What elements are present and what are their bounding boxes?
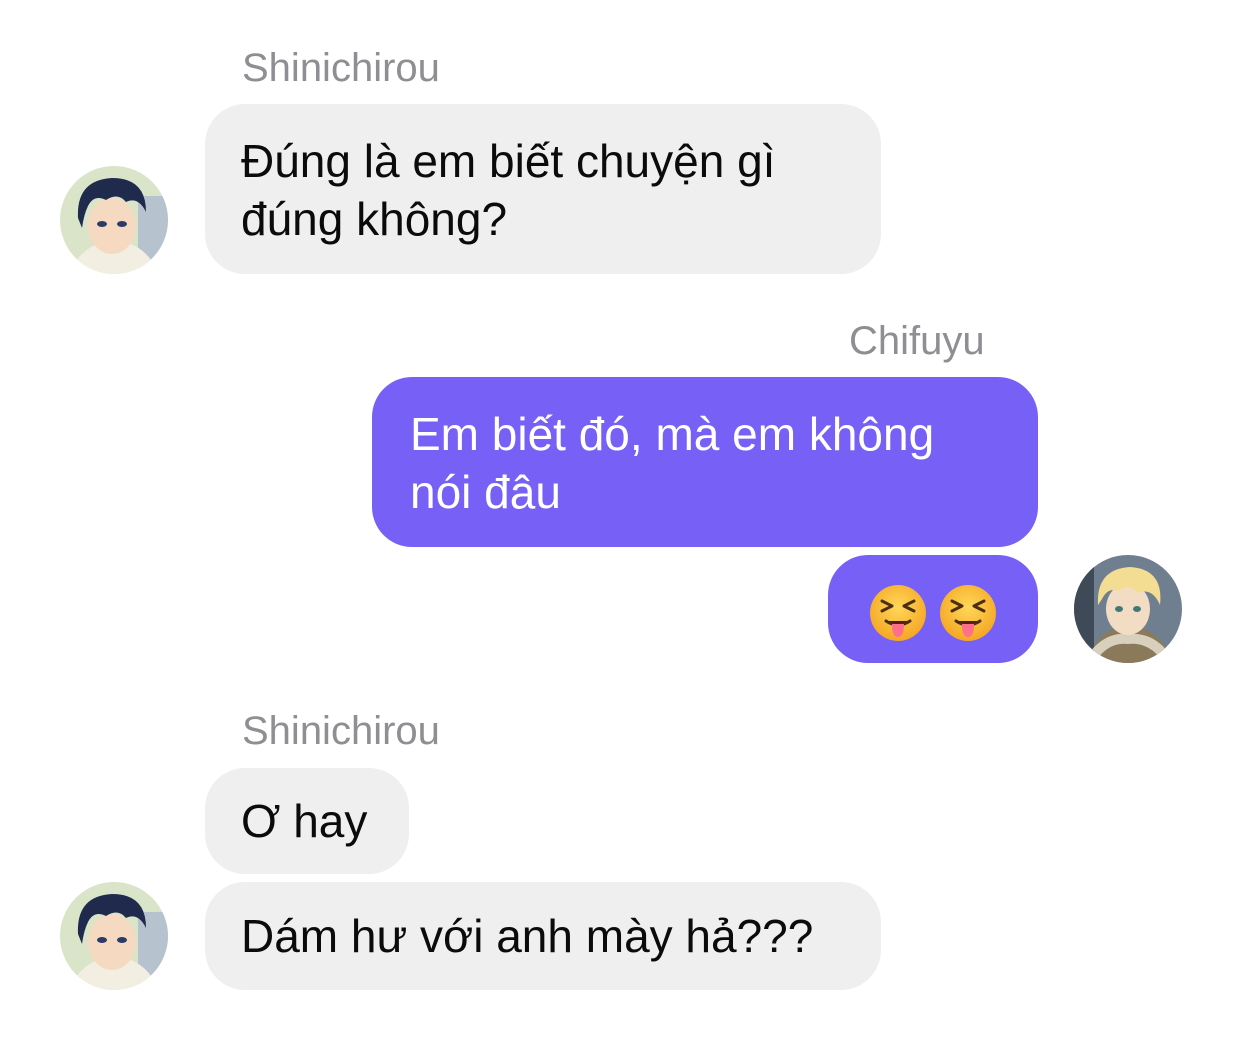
message-bubble-incoming[interactable]: Dám hư với anh mày hả??? <box>205 882 881 990</box>
squinting-face-with-tongue-icon <box>868 583 928 643</box>
avatar-chifuyu[interactable] <box>1074 555 1182 663</box>
sender-name: Shinichirou <box>242 46 440 90</box>
message-bubble-outgoing[interactable]: Em biết đó, mà em không nói đâu <box>372 377 1038 547</box>
message-bubble-incoming[interactable]: Ơ hay <box>205 768 409 874</box>
message-text-line: Em biết đó, mà em không <box>410 408 935 460</box>
message-bubble-incoming[interactable]: Đúng là em biết chuyện gì đúng không? <box>205 104 881 274</box>
message-text-line: Đúng là em biết chuyện gì <box>241 135 776 187</box>
avatar-icon <box>1074 555 1182 663</box>
message-text: Ơ hay <box>241 795 368 847</box>
avatar-icon <box>60 882 168 990</box>
avatar-shinichirou[interactable] <box>60 166 168 274</box>
sender-name: Chifuyu <box>849 319 985 363</box>
message-text-line: nói đâu <box>410 466 561 518</box>
squinting-face-with-tongue-icon <box>938 583 998 643</box>
message-text-line: đúng không? <box>241 193 508 245</box>
avatar-shinichirou[interactable] <box>60 882 168 990</box>
emoji-message-bubble[interactable] <box>828 555 1038 663</box>
message-text: Dám hư với anh mày hả??? <box>241 910 814 962</box>
sender-name: Shinichirou <box>242 709 440 753</box>
avatar-icon <box>60 166 168 274</box>
